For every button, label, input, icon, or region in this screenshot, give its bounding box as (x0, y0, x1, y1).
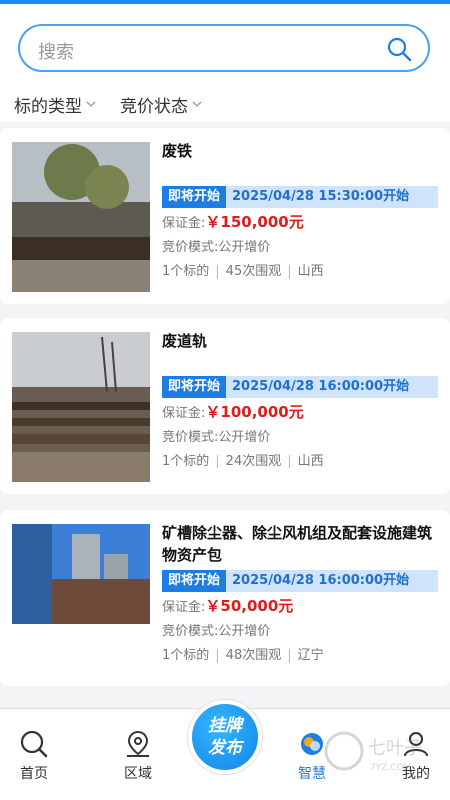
listing-photo-dust-collector (12, 524, 150, 624)
deposit-label: 保证金: (162, 406, 206, 421)
filter-bar: 标的类型 竞价状态 (14, 90, 202, 118)
listing-photo-scrap-iron (12, 142, 150, 292)
listing-title[interactable]: 废铁 (162, 140, 438, 162)
start-time: 2025/04/28 15:30:00开始 (226, 186, 438, 208)
publish-line1: 挂牌 (208, 716, 242, 736)
view-count: 48次围观 (225, 648, 282, 663)
location-pin-icon (127, 730, 149, 757)
region-label: 辽宁 (297, 648, 324, 663)
status-badge: 即将开始 (162, 376, 227, 398)
view-count: 24次围观 (225, 454, 282, 469)
header: 搜索 标的类型 竞价状态 (0, 4, 450, 122)
listing-card[interactable]: 矿槽除尘器、除尘风机组及配套设施建筑物资产包 即将开始 2025/04/28 1… (0, 510, 450, 686)
tab-home[interactable]: 首页 (4, 729, 64, 783)
home-search-icon (20, 730, 48, 758)
publish-line2: 发布 (208, 738, 242, 758)
listing-card[interactable]: 废道轨 即将开始 2025/04/28 16:00:00开始 保证金:￥100,… (0, 318, 450, 494)
mode-value: 公开增价 (218, 240, 271, 255)
listing-card[interactable]: 废铁 即将开始 2025/04/28 15:30:00开始 保证金:￥150,0… (0, 128, 450, 304)
deposit-label: 保证金: (162, 216, 206, 231)
filter-label: 竞价状态 (120, 96, 188, 117)
chevron-down-icon (86, 101, 96, 107)
tab-label: 首页 (20, 766, 48, 782)
filter-bid-status[interactable]: 竞价状态 (120, 90, 202, 118)
publish-button[interactable]: 挂牌 发布 (188, 700, 262, 774)
lot-count: 1个标的 (162, 648, 210, 663)
region-label: 山西 (297, 264, 324, 279)
watermark-logo: 七叶子 7YZ.COM (322, 726, 442, 776)
deposit-amount: ￥150,000元 (205, 213, 304, 231)
lot-count: 1个标的 (162, 264, 210, 279)
start-time: 2025/04/28 16:00:00开始 (226, 376, 438, 398)
tab-label: 区域 (124, 766, 152, 782)
watermark-text: 七叶子 (368, 738, 422, 759)
filter-asset-type[interactable]: 标的类型 (14, 90, 96, 118)
mode-label: 竞价模式: (162, 240, 219, 255)
status-badge: 即将开始 (162, 186, 227, 208)
mode-value: 公开增价 (218, 430, 271, 445)
region-label: 山西 (297, 454, 324, 469)
mode-label: 竞价模式: (162, 430, 219, 445)
view-count: 45次围观 (225, 264, 282, 279)
search-input[interactable]: 搜索 (18, 24, 430, 72)
status-badge: 即将开始 (162, 570, 227, 592)
deposit-amount: ￥100,000元 (205, 403, 304, 421)
listing-title[interactable]: 矿槽除尘器、除尘风机组及配套设施建筑物资产包 (162, 522, 438, 566)
deposit-label: 保证金: (162, 600, 206, 615)
lot-count: 1个标的 (162, 454, 210, 469)
mode-label: 竞价模式: (162, 624, 219, 639)
filter-label: 标的类型 (14, 96, 82, 117)
start-time: 2025/04/28 16:00:00开始 (226, 570, 438, 592)
deposit-amount: ￥50,000元 (205, 597, 294, 615)
search-placeholder: 搜索 (38, 42, 74, 63)
search-icon[interactable] (386, 36, 412, 62)
chevron-down-icon (192, 101, 202, 107)
tab-region[interactable]: 区域 (108, 729, 168, 783)
mode-value: 公开增价 (218, 624, 271, 639)
watermark-subtext: 7YZ.COM (370, 763, 411, 773)
listing-title[interactable]: 废道轨 (162, 330, 438, 352)
listing-photo-scrap-rail (12, 332, 150, 482)
